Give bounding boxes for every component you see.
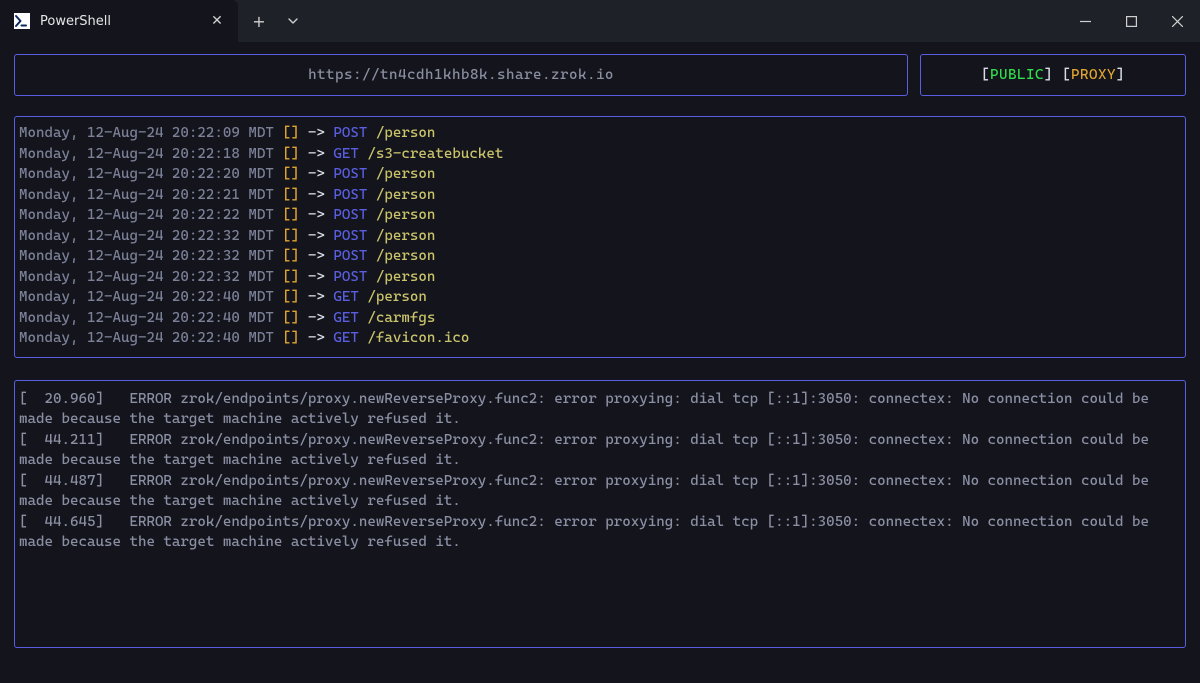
log-path: /carmfgs <box>367 310 435 326</box>
log-brackets: [] <box>282 207 299 223</box>
log-arrow: -> <box>308 228 325 244</box>
request-log-line: Monday, 12-Aug-24 20:22:20 MDT [] -> POS… <box>19 164 1181 185</box>
tab-actions: + <box>238 0 310 42</box>
request-log-line: Monday, 12-Aug-24 20:22:22 MDT [] -> POS… <box>19 205 1181 226</box>
log-arrow: -> <box>308 166 325 182</box>
request-log-line: Monday, 12-Aug-24 20:22:40 MDT [] -> GET… <box>19 328 1181 349</box>
log-path: /person <box>376 207 435 223</box>
tab-close-button[interactable]: ✕ <box>208 12 226 30</box>
log-path: /person <box>376 228 435 244</box>
request-log-line: Monday, 12-Aug-24 20:22:21 MDT [] -> POS… <box>19 185 1181 206</box>
log-brackets: [] <box>282 310 299 326</box>
log-path: /person <box>367 289 426 305</box>
tab-dropdown-button[interactable] <box>276 0 310 42</box>
log-timestamp: Monday, 12-Aug-24 20:22:40 MDT <box>19 289 274 305</box>
tabs-area: PowerShell ✕ + <box>0 0 310 42</box>
request-log-line: Monday, 12-Aug-24 20:22:40 MDT [] -> GET… <box>19 308 1181 329</box>
log-timestamp: Monday, 12-Aug-24 20:22:40 MDT <box>19 330 274 346</box>
log-path: /person <box>376 187 435 203</box>
log-brackets: [] <box>282 269 299 285</box>
log-path: /favicon.ico <box>367 330 469 346</box>
log-path: /s3-createbucket <box>367 146 503 162</box>
status-proxy: PROXY <box>1071 67 1116 83</box>
log-arrow: -> <box>308 187 325 203</box>
log-brackets: [] <box>282 248 299 264</box>
bracket-open-1: [ <box>981 67 990 83</box>
window-controls <box>1062 0 1200 42</box>
bracket-open-2: [ <box>1062 67 1071 83</box>
log-method: GET <box>333 310 359 326</box>
log-arrow: -> <box>308 146 325 162</box>
log-method: POST <box>333 269 367 285</box>
status-public: PUBLIC <box>990 67 1044 83</box>
log-arrow: -> <box>308 125 325 141</box>
tab-title: PowerShell <box>40 14 198 29</box>
minimize-button[interactable] <box>1062 0 1108 42</box>
log-brackets: [] <box>282 146 299 162</box>
log-method: POST <box>333 125 367 141</box>
request-log-line: Monday, 12-Aug-24 20:22:18 MDT [] -> GET… <box>19 144 1181 165</box>
log-method: GET <box>333 146 359 162</box>
log-arrow: -> <box>308 269 325 285</box>
powershell-icon <box>14 13 30 29</box>
new-tab-button[interactable]: + <box>242 0 276 42</box>
log-path: /person <box>376 248 435 264</box>
log-brackets: [] <box>282 125 299 141</box>
log-brackets: [] <box>282 228 299 244</box>
error-log-line: [ 44.211] ERROR zrok/endpoints/proxy.new… <box>19 430 1181 471</box>
maximize-button[interactable] <box>1108 0 1154 42</box>
log-method: POST <box>333 166 367 182</box>
log-method: POST <box>333 228 367 244</box>
error-log-line: [ 20.960] ERROR zrok/endpoints/proxy.new… <box>19 389 1181 430</box>
bracket-close-1: ] <box>1044 67 1062 83</box>
log-arrow: -> <box>308 310 325 326</box>
log-method: POST <box>333 187 367 203</box>
log-brackets: [] <box>282 330 299 346</box>
log-timestamp: Monday, 12-Aug-24 20:22:18 MDT <box>19 146 274 162</box>
error-log-line: [ 44.487] ERROR zrok/endpoints/proxy.new… <box>19 471 1181 512</box>
log-brackets: [] <box>282 289 299 305</box>
terminal-body[interactable]: https://tn4cdh1khb8k.share.zrok.io [PUBL… <box>0 42 1200 683</box>
log-brackets: [] <box>282 166 299 182</box>
tab-powershell[interactable]: PowerShell ✕ <box>0 0 238 42</box>
bracket-close-2: ] <box>1116 67 1125 83</box>
request-log-line: Monday, 12-Aug-24 20:22:32 MDT [] -> POS… <box>19 226 1181 247</box>
header-row: https://tn4cdh1khb8k.share.zrok.io [PUBL… <box>14 54 1186 96</box>
error-log-panel: [ 20.960] ERROR zrok/endpoints/proxy.new… <box>14 380 1186 648</box>
url-panel: https://tn4cdh1khb8k.share.zrok.io <box>14 54 908 96</box>
log-method: POST <box>333 248 367 264</box>
request-log-line: Monday, 12-Aug-24 20:22:40 MDT [] -> GET… <box>19 287 1181 308</box>
error-log-line: [ 44.645] ERROR zrok/endpoints/proxy.new… <box>19 512 1181 553</box>
titlebar: PowerShell ✕ + <box>0 0 1200 42</box>
log-arrow: -> <box>308 248 325 264</box>
log-timestamp: Monday, 12-Aug-24 20:22:22 MDT <box>19 207 274 223</box>
log-timestamp: Monday, 12-Aug-24 20:22:40 MDT <box>19 310 274 326</box>
log-arrow: -> <box>308 207 325 223</box>
log-timestamp: Monday, 12-Aug-24 20:22:32 MDT <box>19 228 274 244</box>
share-url: https://tn4cdh1khb8k.share.zrok.io <box>308 67 614 83</box>
request-log-line: Monday, 12-Aug-24 20:22:32 MDT [] -> POS… <box>19 267 1181 288</box>
log-arrow: -> <box>308 330 325 346</box>
log-path: /person <box>376 269 435 285</box>
request-log-panel: Monday, 12-Aug-24 20:22:09 MDT [] -> POS… <box>14 116 1186 358</box>
log-method: POST <box>333 207 367 223</box>
request-log-line: Monday, 12-Aug-24 20:22:32 MDT [] -> POS… <box>19 246 1181 267</box>
log-timestamp: Monday, 12-Aug-24 20:22:20 MDT <box>19 166 274 182</box>
close-window-button[interactable] <box>1154 0 1200 42</box>
log-timestamp: Monday, 12-Aug-24 20:22:09 MDT <box>19 125 274 141</box>
log-brackets: [] <box>282 187 299 203</box>
status-panel: [PUBLIC] [PROXY] <box>920 54 1186 96</box>
log-timestamp: Monday, 12-Aug-24 20:22:32 MDT <box>19 248 274 264</box>
log-timestamp: Monday, 12-Aug-24 20:22:32 MDT <box>19 269 274 285</box>
log-method: GET <box>333 330 359 346</box>
request-log-line: Monday, 12-Aug-24 20:22:09 MDT [] -> POS… <box>19 123 1181 144</box>
log-arrow: -> <box>308 289 325 305</box>
log-path: /person <box>376 125 435 141</box>
log-method: GET <box>333 289 359 305</box>
log-path: /person <box>376 166 435 182</box>
log-timestamp: Monday, 12-Aug-24 20:22:21 MDT <box>19 187 274 203</box>
